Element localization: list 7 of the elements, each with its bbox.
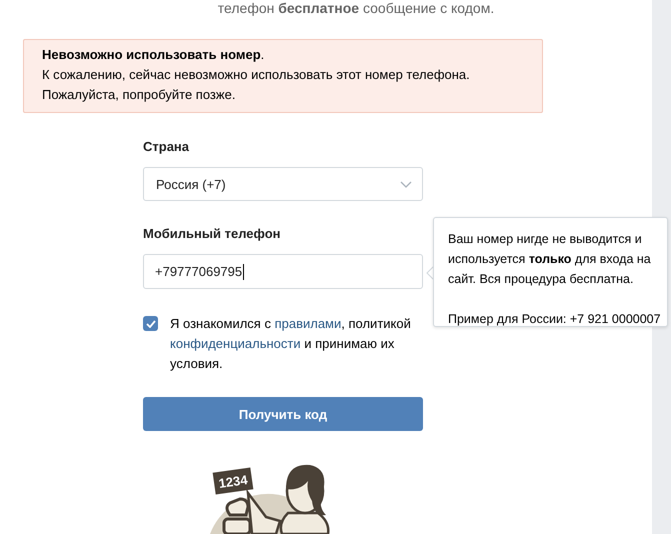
hint-tooltip: Ваш номер нигде не выводится и используется только для входа на сайт. Вся процедура бесплатна. Пример для России: +7 921 0000007 <box>433 217 668 327</box>
error-banner: Невозможно использовать номер. К сожалению, сейчас невозможно использовать этот номер телефона. Пожалуйста, попробуйте позже. <box>23 39 543 113</box>
sign-number: 1234 <box>218 472 248 491</box>
agreement-text: Я ознакомился с правилами, политикой конфиденциальности и принимаю их условия. <box>170 315 412 373</box>
field-label: Страна <box>143 138 190 156</box>
field-label: Мобильный телефон <box>143 225 281 243</box>
intro-text: телефон бесплатное сообщение с кодом. <box>218 0 494 17</box>
